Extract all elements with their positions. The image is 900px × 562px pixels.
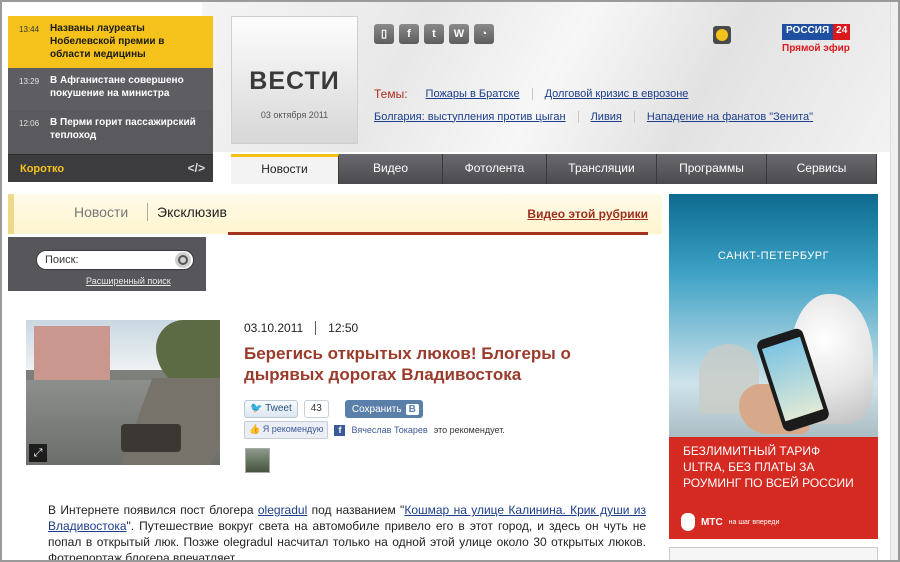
topic-link[interactable]: Нападение на фанатов "Зенита" (633, 110, 825, 123)
tweet-button[interactable]: 🐦 Tweet (244, 400, 298, 418)
search-placeholder: Поиск: (45, 254, 79, 266)
share-bar: 🐦 Tweet 43 Сохранить В (244, 400, 423, 418)
topics-label: Темы: (374, 86, 408, 101)
russia24-logo: РОССИЯ 24 (782, 24, 851, 40)
ticker-text: В Афганистане совершено покушение на мин… (50, 75, 184, 99)
tab-photo[interactable]: Фотолента (443, 154, 547, 184)
search-input[interactable]: Поиск: (36, 250, 194, 270)
fb-user-name[interactable]: Вячеслав Токарев (351, 425, 427, 435)
facebook-icon: f (334, 424, 346, 436)
tweet-count: 43 (303, 400, 329, 418)
tab-broadcasts[interactable]: Трансляции (547, 154, 657, 184)
topic-link[interactable]: Болгария: выступления против цыган (374, 111, 578, 123)
vk-icon: В (405, 403, 419, 415)
topics: Темы: Пожары в Братске Долговой кризис в… (374, 82, 825, 128)
tab-news[interactable]: Новости (231, 154, 339, 184)
page-frame: 13:44 Названы лауреаты Нобелевской преми… (0, 0, 900, 562)
mts-egg-icon (681, 513, 695, 531)
scrollbar[interactable] (890, 2, 898, 560)
fb-recommend-text: это рекомендует. (433, 425, 505, 435)
article-date: 03.10.2011 (244, 321, 317, 335)
ticker-time: 12:06 (19, 119, 40, 128)
ticker-text: В Перми горит пассажирский теплоход (50, 117, 196, 141)
advertisement-banner[interactable]: САНКТ-ПЕТЕРБУРГ БЕЗЛИМИТНЫЙ ТАРИФ ULTRA,… (669, 194, 878, 539)
topic-link[interactable]: Ливия (577, 110, 634, 123)
logo-name: ВЕСТИ (249, 67, 340, 95)
news-ticker: 13:44 Названы лауреаты Нобелевской преми… (8, 16, 213, 182)
facebook-recommend: 👍 Я рекомендую f Вячеслав Токарев это ре… (244, 421, 505, 439)
accent-line (228, 232, 648, 235)
social-icons: ▯ f t W ◔ (374, 24, 494, 44)
logo-date: 03 октября 2011 (260, 110, 329, 120)
section-video-link[interactable]: Видео этой рубрики (527, 207, 648, 221)
facebook-icon[interactable]: f (399, 24, 419, 44)
blogger-link[interactable]: olegradul (258, 503, 307, 517)
main-nav: Новости Видео Фотолента Трансляции Прогр… (231, 154, 877, 184)
search-icon[interactable] (175, 252, 191, 268)
ticker-time: 13:29 (19, 77, 40, 86)
section-title: Эксклюзив (157, 204, 227, 220)
ad-offer: БЕЗЛИМИТНЫЙ ТАРИФ ULTRA, БЕЗ ПЛАТЫ ЗА РО… (669, 437, 878, 539)
advanced-search-link[interactable]: Расширенный поиск (86, 276, 171, 286)
search-panel: Поиск: Расширенный поиск (8, 237, 206, 291)
live-broadcast-link[interactable]: Прямой эфир (782, 43, 850, 54)
ticker-text: Названы лауреаты Нобелевской премии в об… (50, 23, 165, 60)
article-title: Берегись открытых люков! Блогеры о дыряв… (244, 344, 571, 384)
twitter-icon[interactable]: t (424, 24, 444, 44)
ad-text: БЕЗЛИМИТНЫЙ ТАРИФ ULTRA, БЕЗ ПЛАТЫ ЗА РО… (683, 444, 854, 490)
embed-code-icon[interactable]: </> (188, 161, 205, 175)
wap-icon[interactable]: W (449, 24, 469, 44)
section-divider (147, 203, 148, 221)
avatar[interactable] (245, 448, 270, 473)
tab-programs[interactable]: Программы (657, 154, 767, 184)
ticker-item[interactable]: 13:29 В Афганистане совершено покушение … (8, 68, 213, 110)
channel-live[interactable]: РОССИЯ 24 Прямой эфир (782, 24, 851, 54)
ticker-footer: Коротко </> (8, 154, 213, 182)
mts-logo: МТС на шаг впереди (681, 513, 779, 531)
tab-services[interactable]: Сервисы (767, 154, 877, 184)
article-photo[interactable]: ⤢ (26, 320, 220, 465)
tab-video[interactable]: Видео (339, 154, 443, 184)
section-news-link[interactable]: Новости (74, 204, 128, 220)
fb-recommend-button[interactable]: 👍 Я рекомендую (244, 421, 329, 439)
ticker-item[interactable]: 12:06 В Перми горит пассажирский теплохо… (8, 110, 213, 154)
article-body: В Интернете появился пост блогера olegra… (48, 503, 646, 562)
article-meta: 03.10.2011 12:50 (244, 321, 358, 335)
sidebar-widget (669, 547, 878, 560)
ticker-time: 13:44 (19, 25, 40, 34)
ticker-item[interactable]: 13:44 Названы лауреаты Нобелевской преми… (8, 16, 213, 68)
topic-link[interactable]: Пожары в Братске (426, 88, 532, 100)
rss-icon[interactable]: ◔ (474, 24, 494, 44)
topic-link[interactable]: Долговой кризис в еврозоне (531, 87, 701, 100)
ticker-footer-label[interactable]: Коротко (20, 163, 64, 175)
mobile-icon[interactable]: ▯ (374, 24, 394, 44)
ad-city: САНКТ-ПЕТЕРБУРГ (717, 250, 830, 262)
site-logo[interactable]: ВЕСТИ 03 октября 2011 (231, 16, 358, 144)
vk-save-button[interactable]: Сохранить В (344, 400, 423, 418)
fullscreen-icon[interactable]: ⤢ (29, 444, 47, 462)
section-header: Новости Эксклюзив Видео этой рубрики (8, 194, 662, 234)
yandex-icon[interactable] (713, 26, 731, 44)
article-time: 12:50 (328, 321, 359, 335)
